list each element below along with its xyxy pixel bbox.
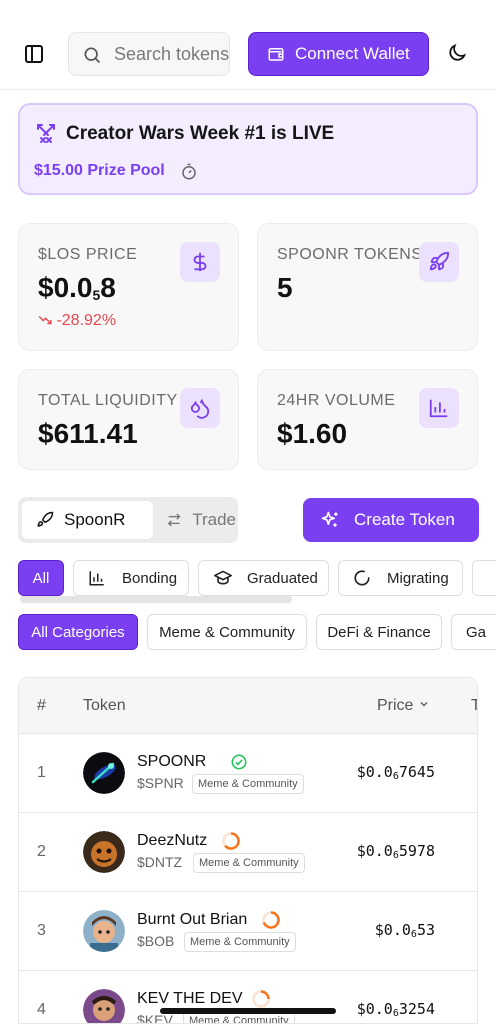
category-label: Meme & Community [159,623,295,641]
spoonr-tokens-card: SPOONR TOKENS 5 [257,223,478,351]
token-avatar [83,989,125,1023]
filter-label: Bonding [122,569,178,587]
category-meme-community[interactable]: Meme & Community [147,614,307,650]
mode-switch: SpoonR Trade [18,497,238,543]
rocket-icon [37,511,54,527]
droplets-icon [180,388,220,428]
stat-label: TOTAL LIQUIDITY [38,392,178,409]
token-name: Burnt Out Brian [137,911,248,928]
search-icon [84,47,101,64]
column-price[interactable]: Price [377,697,430,715]
bar-chart-icon [89,571,104,586]
row-rank: 3 [37,922,46,939]
token-category-badge: Meme & Community [193,853,305,873]
row-rank: 2 [37,843,46,860]
verified-check-icon [231,754,247,775]
tab-trade-label: Trade [192,510,236,529]
loader-icon [354,570,370,586]
volume-24h-card: 24HR VOLUME $1.60 [257,369,478,470]
column-next: T [471,697,477,715]
trending-down-icon [38,315,52,325]
sparkles-icon [321,511,338,527]
prize-pool: $15.00 Prize Pool [34,162,165,179]
token-price: $0.067645 [356,763,435,782]
scrollbar-thumb[interactable] [20,596,292,603]
filter-graduated[interactable]: Graduated [198,560,329,596]
table-row[interactable]: 2 DeezNutz $DNTZ Meme & Community $0.065… [19,813,477,892]
stat-label: SPOONR TOKENS [277,246,423,263]
token-ticker: $BOB [137,933,175,949]
dollar-icon [180,242,220,282]
search-input[interactable] [114,33,229,75]
creator-wars-banner[interactable]: Creator Wars Week #1 is LIVE $15.00 Priz… [18,103,478,195]
crossed-swords-icon [34,121,58,150]
tab-spoonr[interactable]: SpoonR [22,501,153,539]
token-name: SPOONR [137,753,207,770]
row-rank: 4 [37,1001,46,1018]
category-label: Ga [466,623,487,641]
token-category-badge: Meme & Community [184,932,296,952]
filter-bonding[interactable]: Bonding [73,560,189,596]
los-price-value: $0.058 [38,272,116,303]
table-row[interactable]: 4 KEV THE DEV $KEV Meme & Community $0.0… [19,971,477,1023]
category-label: All Categories [31,623,125,641]
graduation-cap-icon [214,570,232,585]
price-change: -28.92% [38,312,116,330]
timer-icon [180,163,198,186]
total-liquidity-card: TOTAL LIQUIDITY $611.41 [18,369,239,470]
table-header: # Token Price T [19,678,477,734]
create-token-button[interactable]: Create Token [303,498,479,542]
sidebar-toggle-icon[interactable] [22,42,46,66]
search-box[interactable] [68,32,230,76]
tab-spoonr-label: SpoonR [64,510,126,529]
stat-label: 24HR VOLUME [277,392,396,409]
token-avatar [83,910,125,952]
banner-title: Creator Wars Week #1 is LIVE [66,123,335,144]
filter-label: Migrating [387,569,449,587]
stat-label: $LOS PRICE [38,246,138,263]
token-price: $0.065978 [356,842,435,861]
filter-label: All [32,569,50,587]
chevron-down-icon [420,702,428,707]
table-row[interactable]: 3 Burnt Out Brian $BOB Meme & Community … [19,892,477,971]
home-indicator[interactable] [160,1008,336,1014]
filter-more[interactable] [472,560,496,596]
category-all[interactable]: All Categories [18,614,138,650]
tab-trade[interactable]: Trade [152,501,236,539]
spoonr-tokens-value: 5 [277,272,293,303]
wallet-icon [268,48,284,61]
connect-wallet-button[interactable]: Connect Wallet [248,32,429,76]
rocket-icon [419,242,459,282]
category-label: DeFi & Finance [327,623,431,641]
token-avatar [83,752,125,794]
filter-scrollbar[interactable] [18,596,478,604]
top-bar: Connect Wallet [0,0,496,90]
filter-all[interactable]: All [18,560,64,596]
token-name: KEV THE DEV [137,990,243,1007]
bar-chart-icon [419,388,459,428]
token-price: $0.0653 [374,921,435,940]
token-name: DeezNutz [137,832,208,849]
swap-arrows-icon [167,513,181,527]
token-ticker: $DNTZ [137,854,183,870]
volume-24h-value: $1.60 [277,418,348,449]
los-price-card: $LOS PRICE $0.058 -28.92% [18,223,239,351]
category-gaming[interactable]: Ga [451,614,496,650]
token-table: # Token Price T 1 SPOONR $SPNR Meme & Co… [18,677,478,1024]
filter-label: Graduated [247,569,318,587]
column-rank: # [37,697,46,714]
moon-icon[interactable] [446,42,470,66]
filter-migrating[interactable]: Migrating [338,560,463,596]
total-liquidity-value: $611.41 [38,418,138,449]
column-token: Token [83,697,126,714]
table-row[interactable]: 1 SPOONR $SPNR Meme & Community $0.06764… [19,734,477,813]
category-defi-finance[interactable]: DeFi & Finance [316,614,442,650]
connect-wallet-label: Connect Wallet [295,44,410,63]
token-ticker: $SPNR [137,775,184,791]
token-category-badge: Meme & Community [192,774,304,794]
token-avatar [83,831,125,873]
row-rank: 1 [37,764,46,781]
token-price: $0.063254 [356,1000,435,1019]
create-token-label: Create Token [354,510,455,529]
